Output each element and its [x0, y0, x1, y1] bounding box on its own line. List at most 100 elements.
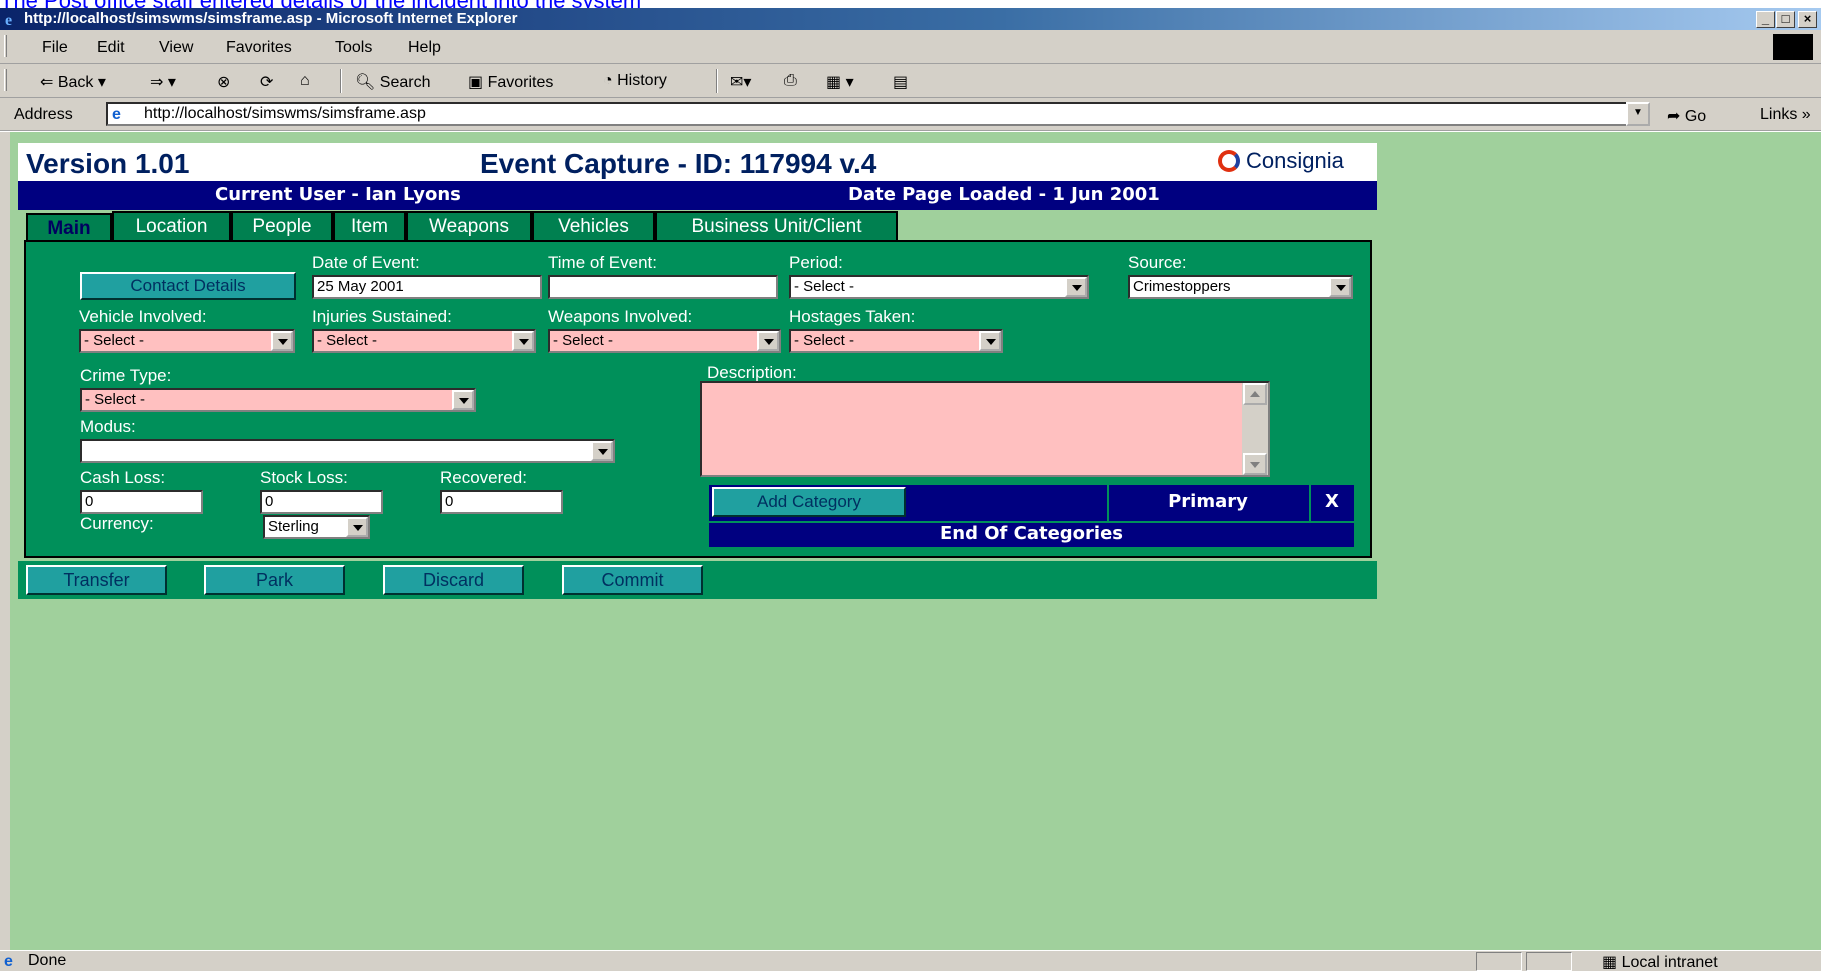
action-bar: Transfer Park Discard Commit: [18, 561, 1377, 599]
forward-button[interactable]: ⇒ ▾: [150, 72, 176, 92]
period-select[interactable]: - Select -: [789, 275, 1089, 299]
address-dropdown-button[interactable]: ▼: [1626, 102, 1650, 126]
ie-icon: e: [5, 12, 12, 28]
description-textarea[interactable]: [700, 381, 1270, 477]
weapons-involved-select[interactable]: - Select -: [548, 329, 781, 353]
primary-category: Primary: [1107, 485, 1307, 521]
injuries-sustained-label: Injuries Sustained:: [312, 307, 452, 326]
date-of-event-field[interactable]: 25 May 2001: [312, 275, 542, 299]
app-header: Version 1.01 Event Capture - ID: 117994 …: [18, 143, 1377, 181]
go-button[interactable]: ➦ Go: [1667, 106, 1706, 126]
brand-logo: Consignia: [1218, 148, 1344, 174]
source-value: Crimestoppers: [1133, 278, 1231, 295]
tab-people[interactable]: People: [231, 211, 333, 241]
chevron-down-icon: [979, 331, 1001, 351]
hostages-taken-label: Hostages Taken:: [789, 307, 916, 326]
vehicle-involved-label: Vehicle Involved:: [79, 307, 207, 326]
vehicle-involved-select[interactable]: - Select -: [79, 329, 295, 353]
menu-favorites[interactable]: Favorites: [226, 39, 292, 57]
scroll-up-icon[interactable]: [1243, 383, 1267, 405]
windows-logo-icon: [1773, 34, 1813, 60]
menu-help[interactable]: Help: [408, 39, 441, 57]
links-label: Links: [1760, 106, 1798, 123]
chevron-down-icon: [1329, 277, 1351, 297]
grip-handle[interactable]: [4, 69, 7, 91]
mail-icon[interactable]: ✉▾: [730, 72, 751, 92]
time-of-event-field[interactable]: [548, 275, 778, 299]
tab-item[interactable]: Item: [333, 211, 406, 241]
tab-main[interactable]: Main: [26, 213, 112, 243]
close-button[interactable]: ×: [1798, 11, 1817, 28]
tab-weapons[interactable]: Weapons: [406, 211, 532, 241]
hostages-taken-select[interactable]: - Select -: [789, 329, 1003, 353]
injuries-sustained-value: - Select -: [317, 332, 378, 349]
history-button[interactable]: ◔ History: [603, 72, 667, 90]
remove-category-button[interactable]: X: [1309, 485, 1353, 521]
discard-button[interactable]: Discard: [383, 565, 524, 595]
recovered-field[interactable]: 0: [440, 490, 563, 514]
chevron-down-icon: [1065, 277, 1087, 297]
weapons-involved-value: - Select -: [553, 332, 614, 349]
menu-view[interactable]: View: [159, 39, 193, 57]
menu-edit[interactable]: Edit: [97, 39, 125, 57]
search-button[interactable]: 🔍︎ Search: [355, 72, 430, 92]
date-of-event-label: Date of Event:: [312, 253, 420, 272]
status-text: Done: [28, 952, 67, 969]
commit-button[interactable]: Commit: [562, 565, 703, 595]
tab-vehicles[interactable]: Vehicles: [532, 211, 655, 241]
links-button[interactable]: Links »: [1760, 106, 1811, 124]
address-input[interactable]: e http://localhost/simswms/simsframe.asp: [106, 102, 1628, 126]
refresh-icon[interactable]: ⟳: [260, 72, 273, 92]
menu-tools[interactable]: Tools: [335, 39, 372, 57]
favorites-label: Favorites: [487, 74, 554, 91]
stock-loss-label: Stock Loss:: [260, 468, 348, 487]
transfer-button[interactable]: Transfer: [26, 565, 167, 595]
history-label: History: [617, 72, 667, 89]
go-arrow-icon: ➦: [1667, 108, 1681, 125]
print-icon[interactable]: ⎙: [784, 72, 797, 90]
currency-select[interactable]: Sterling: [263, 515, 370, 539]
user-bar: Current User - Ian Lyons Date Page Loade…: [18, 181, 1377, 210]
chevron-down-icon: [346, 517, 368, 537]
minimize-button[interactable]: _: [1756, 11, 1775, 28]
maximize-button[interactable]: □: [1776, 11, 1795, 28]
current-user: Current User - Ian Lyons: [215, 184, 461, 205]
scroll-down-icon[interactable]: [1243, 453, 1267, 475]
edit-icon[interactable]: ▦ ▾: [826, 72, 854, 92]
toolbar-separator: [340, 69, 342, 93]
address-bar: Address e http://localhost/simswms/simsf…: [0, 98, 1821, 131]
cash-loss-label: Cash Loss:: [80, 468, 166, 487]
svg-text:e: e: [5, 12, 12, 28]
description-label: Description:: [707, 363, 797, 382]
back-button[interactable]: ⇐ Back ▾: [40, 72, 106, 92]
menu-file[interactable]: File: [42, 39, 68, 57]
chevron-down-icon: [512, 331, 534, 351]
add-category-button[interactable]: Add Category: [712, 487, 906, 517]
modus-select[interactable]: [80, 439, 615, 463]
search-icon: 🔍︎: [355, 74, 376, 91]
stop-icon[interactable]: ⊗: [217, 72, 230, 92]
window-title: http://localhost/simswms/simsframe.asp -…: [24, 10, 518, 27]
tab-location[interactable]: Location: [112, 211, 231, 241]
status-cell: [1526, 952, 1572, 971]
discuss-icon[interactable]: ▤: [893, 72, 908, 92]
address-url: http://localhost/simswms/simsframe.asp: [144, 105, 426, 122]
stock-loss-field[interactable]: 0: [260, 490, 383, 514]
favorites-button[interactable]: ▣ Favorites: [468, 72, 553, 92]
crime-type-select[interactable]: - Select -: [80, 388, 476, 412]
page-title: Event Capture - ID: 117994 v.4: [480, 148, 877, 179]
tab-business-unit-client[interactable]: Business Unit/Client: [655, 211, 898, 241]
grip-handle[interactable]: [4, 35, 7, 57]
chevron-down-icon: [452, 390, 474, 410]
park-button[interactable]: Park: [204, 565, 345, 595]
page-done-icon: e: [4, 953, 13, 970]
go-label: Go: [1684, 108, 1707, 125]
source-select[interactable]: Crimestoppers: [1128, 275, 1353, 299]
chevron-down-icon: [271, 331, 293, 351]
injuries-sustained-select[interactable]: - Select -: [312, 329, 536, 353]
home-icon[interactable]: ⌂: [300, 72, 310, 90]
description-scrollbar[interactable]: [1242, 383, 1268, 475]
page-icon: e: [112, 106, 121, 123]
cash-loss-field[interactable]: 0: [80, 490, 203, 514]
contact-details-button[interactable]: Contact Details: [80, 272, 296, 300]
